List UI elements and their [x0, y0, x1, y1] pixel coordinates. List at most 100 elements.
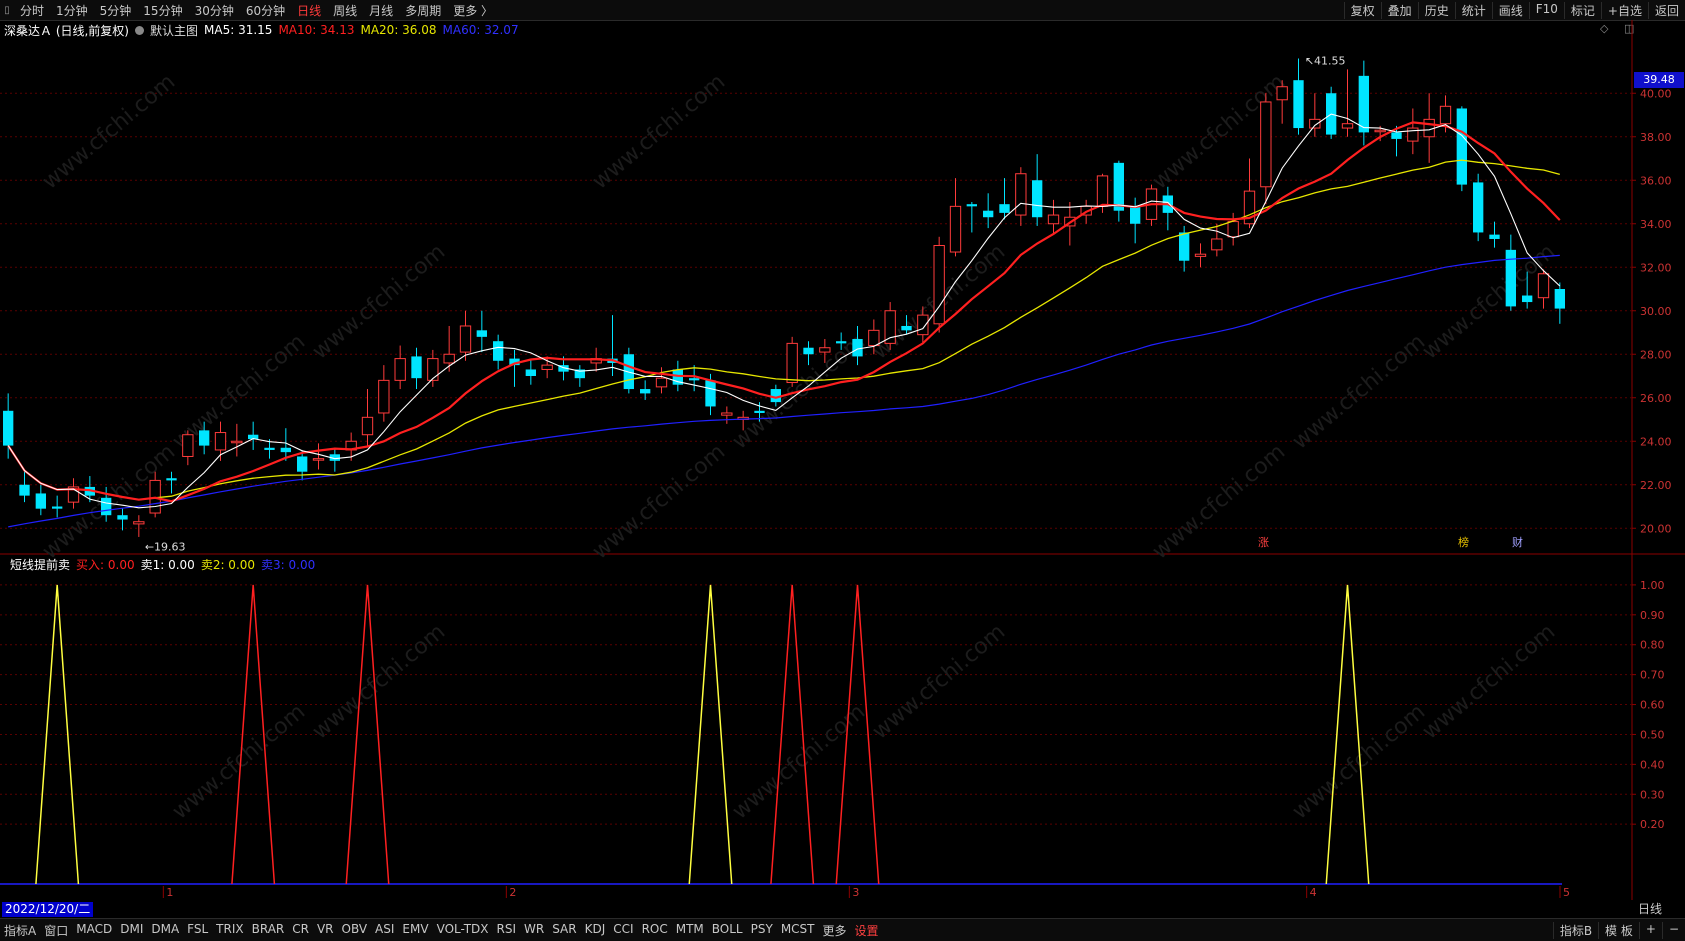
indicator-tabs: 指标A 窗口 MACD DMI DMA FSL TRIX BRAR CR VR OBV ASI EMV V… [0, 922, 883, 939]
candle-body-up [1423, 118, 1435, 138]
month-label: 4 [1310, 886, 1317, 899]
candle-body-up [1439, 105, 1452, 125]
toolbar-button-0[interactable]: 复权 [1343, 1, 1381, 19]
candle-body-up [819, 347, 831, 353]
candle-body-down [411, 356, 422, 379]
period-tabs: 分时 1分钟 5分钟 15分钟 30分钟 60分钟 日线 周线 月线 多周期 更多 〉 [14, 2, 499, 19]
candle-body-up [786, 342, 798, 384]
indicator-tick-label: 0.30 [1640, 788, 1665, 801]
buy-signal-spike [770, 584, 815, 885]
indicator-tab-20[interactable]: MTM [672, 922, 708, 939]
candle-body-down [3, 410, 14, 446]
candle-body-up [1227, 221, 1239, 238]
candle-body-down [754, 410, 765, 413]
candle-body-down [966, 204, 977, 207]
indicator-tab-5[interactable]: FSL [183, 922, 212, 939]
toolbar-button-7[interactable]: +自选 [1600, 1, 1648, 19]
indicator-tab-3[interactable]: DMI [116, 922, 147, 939]
period-tab-0[interactable]: 分时 [14, 2, 50, 19]
candle-body-down [836, 341, 847, 344]
candle-body-down [1179, 232, 1190, 261]
candle-body-up [1341, 123, 1354, 129]
price-tick-label: 32.00 [1640, 261, 1672, 274]
ma20-line [7, 159, 1560, 501]
indicator-tab-19[interactable]: ROC [638, 922, 672, 939]
candle-body-up [884, 310, 896, 344]
watermark-text: www.cfchi.com [728, 699, 870, 824]
watermark-text: www.cfchi.com [308, 619, 450, 744]
bottom-button-1[interactable]: 模 板 [1598, 921, 1639, 939]
toolbar-button-3[interactable]: 统计 [1454, 1, 1492, 19]
bottom-button-2[interactable]: + [1638, 921, 1662, 939]
month-label: 3 [852, 886, 859, 899]
candle-body-up [1260, 101, 1272, 188]
toolbar-button-5[interactable]: F10 [1528, 1, 1564, 19]
bottom-button-3[interactable]: − [1661, 921, 1685, 939]
indicator-tab-17[interactable]: KDJ [581, 922, 610, 939]
indicator-tab-7[interactable]: BRAR [248, 922, 289, 939]
candle-body-up [868, 329, 880, 347]
indicator-tab-13[interactable]: VOL-TDX [433, 922, 493, 939]
toolbar-button-6[interactable]: 标记 [1563, 1, 1601, 19]
bottom-button-0[interactable]: 指标B [1552, 921, 1598, 939]
period-indicator[interactable]: 日线 [1638, 902, 1662, 917]
indicator-tab-15[interactable]: WR [520, 922, 548, 939]
indicator-tab-18[interactable]: CCI [609, 922, 637, 939]
indicator-tab-24[interactable]: 更多 [819, 922, 851, 939]
period-tab-2[interactable]: 5分钟 [94, 2, 138, 19]
window-icon[interactable]: ▯ [0, 5, 14, 16]
toolbar-button-2[interactable]: 历史 [1417, 1, 1455, 19]
period-tab-3[interactable]: 15分钟 [137, 2, 188, 19]
candle-body-up [133, 521, 145, 525]
indicator-tab-4[interactable]: DMA [147, 922, 183, 939]
indicator-tab-1[interactable]: 窗口 [40, 922, 72, 939]
period-tab-10[interactable]: 更多 〉 [447, 2, 499, 19]
candle-body-up [721, 412, 733, 416]
indicator-tick-label: 0.80 [1640, 639, 1665, 652]
candle-body-down [1113, 162, 1124, 211]
candle-body-down [117, 515, 128, 520]
watermark-text: www.cfchi.com [1288, 699, 1430, 824]
indicator-tab-9[interactable]: VR [313, 922, 338, 939]
toolbar-button-4[interactable]: 画线 [1491, 1, 1529, 19]
kline-chart[interactable]: www.cfchi.comwww.cfchi.comwww.cfchi.comw… [0, 20, 1685, 900]
indicator-tab-0[interactable]: 指标A [0, 922, 40, 939]
candle-body-up [1096, 175, 1109, 207]
indicator-tab-14[interactable]: RSI [493, 922, 521, 939]
indicator-tab-22[interactable]: PSY [747, 922, 777, 939]
indicator-tab-25[interactable]: 设置 [851, 922, 883, 939]
indicator-tick-label: 0.90 [1640, 609, 1665, 622]
indicator-tab-21[interactable]: BOLL [708, 922, 747, 939]
period-tab-8[interactable]: 月线 [363, 2, 399, 19]
toolbar-button-1[interactable]: 叠加 [1380, 1, 1418, 19]
candle-body-up [459, 325, 472, 353]
indicator-tab-6[interactable]: TRIX [212, 922, 247, 939]
indicator-tab-12[interactable]: EMV [398, 922, 432, 939]
candles [3, 58, 1565, 537]
period-tab-4[interactable]: 30分钟 [189, 2, 240, 19]
period-tab-7[interactable]: 周线 [327, 2, 363, 19]
indicator-tab-2[interactable]: MACD [72, 922, 116, 939]
candle-body-up [182, 434, 194, 457]
sell-signal-spike [35, 584, 80, 885]
indicator-tab-8[interactable]: CR [288, 922, 313, 939]
candle-body-down [1522, 295, 1533, 303]
toolbar-button-8[interactable]: 返回 [1647, 1, 1685, 19]
indicator-tab-10[interactable]: OBV [338, 922, 372, 939]
candle-body-down [1456, 108, 1467, 185]
candle-body-down [166, 478, 177, 481]
indicator-tick-label: 1.00 [1640, 579, 1665, 592]
indicator-tab-16[interactable]: SAR [548, 922, 580, 939]
indicator-tab-11[interactable]: ASI [371, 922, 398, 939]
candle-body-down [476, 330, 487, 337]
period-tab-9[interactable]: 多周期 [399, 2, 447, 19]
indicator-tick-label: 0.70 [1640, 669, 1665, 682]
candle-body-up [1194, 253, 1207, 257]
indicator-tab-23[interactable]: MCST [777, 922, 819, 939]
candle-body-up [312, 458, 325, 461]
candle-body-down [1032, 180, 1043, 218]
period-tab-1[interactable]: 1分钟 [50, 2, 94, 19]
period-tab-6[interactable]: 日线 [291, 2, 327, 19]
candle-body-down [1489, 234, 1500, 239]
period-tab-5[interactable]: 60分钟 [240, 2, 291, 19]
